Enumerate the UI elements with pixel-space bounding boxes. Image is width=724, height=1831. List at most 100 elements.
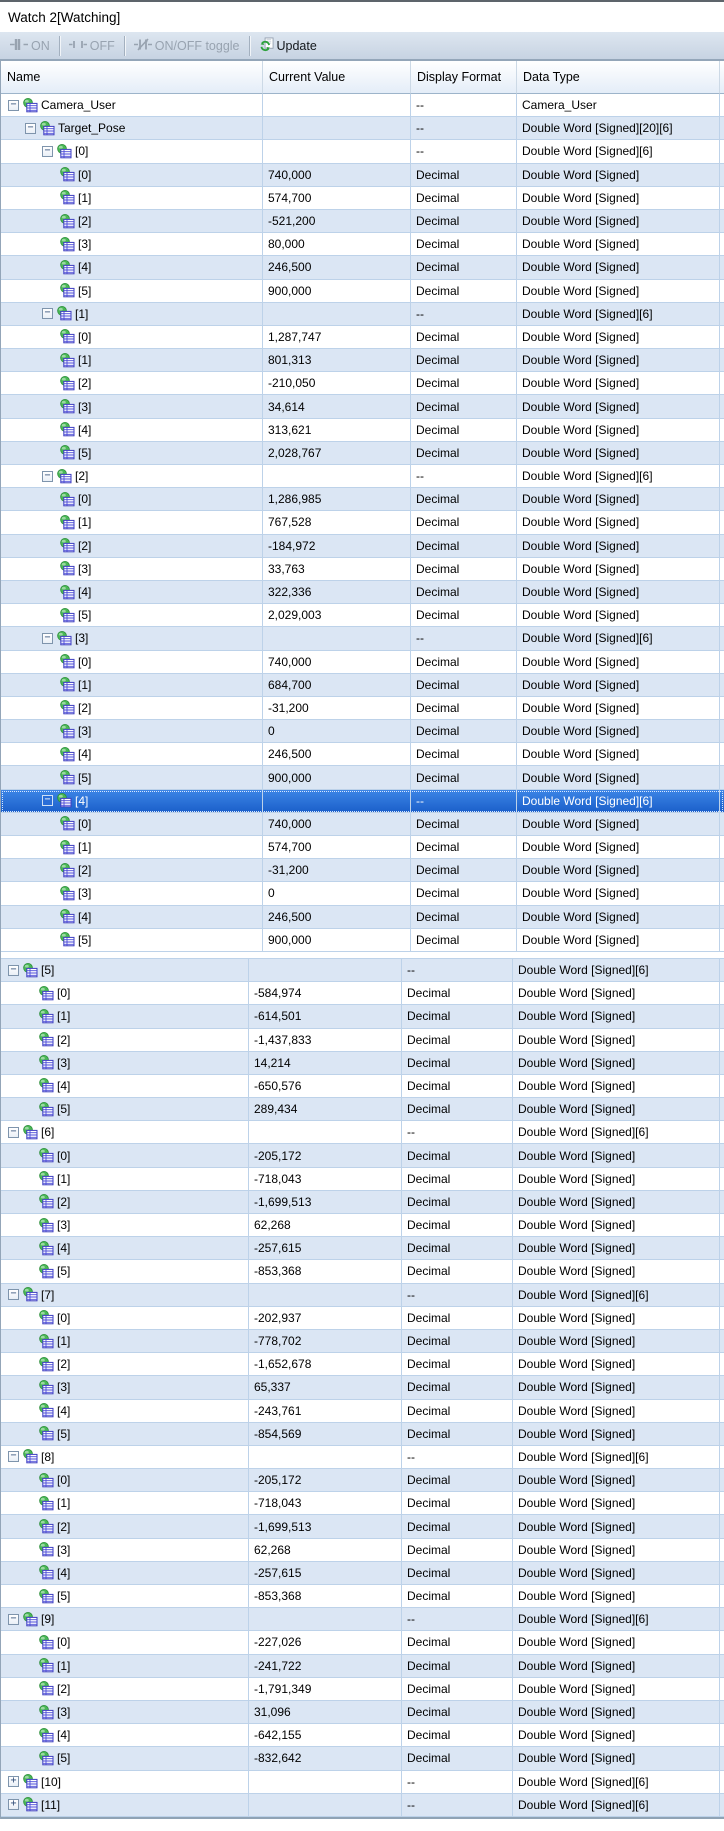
current-value-cell[interactable]: -210,050 xyxy=(263,372,411,396)
watch-row-2-elem-1[interactable]: [1] 767,528 Decimal Double Word [Signed] xyxy=(1,511,724,535)
collapse-minus-icon[interactable]: − xyxy=(42,145,53,157)
watch-row-group-4[interactable]: − [4] -- Double Word [Signed][6] xyxy=(1,789,724,813)
watch-row-5-elem-0[interactable]: [0] -584,974 Decimal Double Word [Signed] xyxy=(1,982,724,1006)
watch-row-5-elem-2[interactable]: [2] -1,437,833 Decimal Double Word [Signed] xyxy=(1,1028,724,1052)
current-value-cell[interactable]: 246,500 xyxy=(263,256,411,280)
current-value-cell[interactable]: -257,615 xyxy=(249,1237,402,1261)
watch-row-target-pose[interactable]: − Target_Pose -- Double Word [Signed][20][6… xyxy=(1,117,724,141)
watch-row-group-11[interactable]: + [11] -- Double Word [Signed][6] xyxy=(1,1793,724,1817)
watch-row-group-7[interactable]: − [7] -- Double Word [Signed][6] xyxy=(1,1283,724,1307)
current-value-cell[interactable]: 684,700 xyxy=(263,673,411,697)
current-value-cell[interactable]: -205,172 xyxy=(249,1469,402,1493)
watch-row-6-elem-0[interactable]: [0] -205,172 Decimal Double Word [Signed] xyxy=(1,1144,724,1168)
watch-row-6-elem-2[interactable]: [2] -1,699,513 Decimal Double Word [Signed] xyxy=(1,1190,724,1214)
watch-row-3-elem-4[interactable]: [4] 246,500 Decimal Double Word [Signed] xyxy=(1,743,724,767)
watch-row-camera-user[interactable]: − Camera_User -- Camera_User xyxy=(1,94,724,118)
current-value-cell[interactable]: -521,200 xyxy=(263,209,411,234)
watch-row-4-elem-3[interactable]: [3] 0 Decimal Double Word [Signed] xyxy=(1,882,724,906)
current-value-cell[interactable]: 322,336 xyxy=(263,580,411,605)
current-value-cell[interactable] xyxy=(263,117,411,141)
current-value-cell[interactable]: -650,576 xyxy=(249,1074,402,1099)
expand-plus-icon[interactable]: + xyxy=(8,1799,19,1811)
current-value-cell[interactable]: 900,000 xyxy=(263,279,411,303)
watch-row-3-elem-0[interactable]: [0] 740,000 Decimal Double Word [Signed] xyxy=(1,650,724,674)
current-value-cell[interactable]: 80,000 xyxy=(263,233,411,257)
expand-plus-icon[interactable]: + xyxy=(8,1776,19,1788)
current-value-cell[interactable]: 574,700 xyxy=(263,836,411,860)
watch-row-group-5[interactable]: − [5] -- Double Word [Signed][6] xyxy=(1,958,724,983)
current-value-cell[interactable]: 14,214 xyxy=(249,1051,402,1075)
current-value-cell[interactable]: -31,200 xyxy=(263,696,411,721)
watch-row-group-1[interactable]: − [1] -- Double Word [Signed][6] xyxy=(1,302,724,326)
current-value-cell[interactable]: 0 xyxy=(263,720,411,744)
column-header-type[interactable]: Data Type xyxy=(517,61,720,94)
watch-row-group-8[interactable]: − [8] -- Double Word [Signed][6] xyxy=(1,1445,724,1470)
column-header-value[interactable]: Current Value xyxy=(263,61,411,94)
collapse-minus-icon[interactable]: − xyxy=(42,470,53,482)
watch-row-1-elem-4[interactable]: [4] 313,621 Decimal Double Word [Signed] xyxy=(1,418,724,442)
current-value-cell[interactable]: -243,761 xyxy=(249,1399,402,1423)
watch-row-3-elem-5[interactable]: [5] 900,000 Decimal Double Word [Signed] xyxy=(1,766,724,790)
current-value-cell[interactable]: 34,614 xyxy=(263,395,411,419)
current-value-cell[interactable]: 801,313 xyxy=(263,349,411,373)
column-header-format[interactable]: Display Format xyxy=(411,61,517,94)
off-button[interactable]: OFF xyxy=(63,34,121,58)
current-value-cell[interactable]: 574,700 xyxy=(263,186,411,210)
current-value-cell[interactable]: 740,000 xyxy=(263,163,411,187)
current-value-cell[interactable]: -227,026 xyxy=(249,1631,402,1655)
watch-row-0-elem-5[interactable]: [5] 900,000 Decimal Double Word [Signed] xyxy=(1,279,724,303)
watch-row-4-elem-2[interactable]: [2] -31,200 Decimal Double Word [Signed] xyxy=(1,859,724,883)
current-value-cell[interactable]: -642,155 xyxy=(249,1724,402,1748)
watch-row-4-elem-4[interactable]: [4] 246,500 Decimal Double Word [Signed] xyxy=(1,905,724,929)
watch-row-5-elem-1[interactable]: [1] -614,501 Decimal Double Word [Signed] xyxy=(1,1005,724,1029)
current-value-cell[interactable]: -853,368 xyxy=(249,1585,402,1609)
collapse-minus-icon[interactable]: − xyxy=(42,308,53,320)
watch-row-5-elem-5[interactable]: [5] 289,434 Decimal Double Word [Signed] xyxy=(1,1098,724,1122)
watch-row-9-elem-0[interactable]: [0] -227,026 Decimal Double Word [Signed] xyxy=(1,1631,724,1655)
watch-row-2-elem-4[interactable]: [4] 322,336 Decimal Double Word [Signed] xyxy=(1,580,724,605)
current-value-cell[interactable] xyxy=(249,1793,402,1817)
watch-row-8-elem-0[interactable]: [0] -205,172 Decimal Double Word [Signed] xyxy=(1,1469,724,1493)
current-value-cell[interactable]: -184,972 xyxy=(263,534,411,558)
watch-row-6-elem-1[interactable]: [1] -718,043 Decimal Double Word [Signed] xyxy=(1,1167,724,1191)
watch-row-8-elem-4[interactable]: [4] -257,615 Decimal Double Word [Signed] xyxy=(1,1561,724,1585)
watch-row-group-6[interactable]: − [6] -- Double Word [Signed][6] xyxy=(1,1121,724,1145)
watch-row-2-elem-3[interactable]: [3] 33,763 Decimal Double Word [Signed] xyxy=(1,557,724,581)
current-value-cell[interactable]: 1,286,985 xyxy=(263,488,411,512)
watch-row-0-elem-0[interactable]: [0] 740,000 Decimal Double Word [Signed] xyxy=(1,163,724,187)
current-value-cell[interactable]: 740,000 xyxy=(263,812,411,836)
collapse-minus-icon[interactable]: − xyxy=(8,1289,19,1301)
current-value-cell[interactable] xyxy=(249,1608,402,1632)
current-value-cell[interactable]: 2,028,767 xyxy=(263,441,411,465)
current-value-cell[interactable] xyxy=(263,627,411,651)
watch-row-9-elem-5[interactable]: [5] -832,642 Decimal Double Word [Signed] xyxy=(1,1747,724,1771)
current-value-cell[interactable]: -853,368 xyxy=(249,1260,402,1284)
current-value-cell[interactable]: -832,642 xyxy=(249,1747,402,1771)
on-off-toggle-button[interactable]: ON/OFF toggle xyxy=(128,34,246,58)
current-value-cell[interactable]: 0 xyxy=(263,882,411,906)
watch-row-7-elem-0[interactable]: [0] -202,937 Decimal Double Word [Signed] xyxy=(1,1306,724,1330)
collapse-minus-icon[interactable]: − xyxy=(25,122,36,134)
current-value-cell[interactable] xyxy=(263,140,411,164)
current-value-cell[interactable]: 62,268 xyxy=(249,1538,402,1562)
watch-row-2-elem-2[interactable]: [2] -184,972 Decimal Double Word [Signed] xyxy=(1,534,724,558)
current-value-cell[interactable]: 62,268 xyxy=(249,1214,402,1238)
watch-row-1-elem-5[interactable]: [5] 2,028,767 Decimal Double Word [Signed] xyxy=(1,441,724,465)
watch-row-7-elem-4[interactable]: [4] -243,761 Decimal Double Word [Signed] xyxy=(1,1399,724,1423)
collapse-minus-icon[interactable]: − xyxy=(42,795,53,807)
current-value-cell[interactable]: -778,702 xyxy=(249,1329,402,1354)
current-value-cell[interactable]: -854,569 xyxy=(249,1422,402,1446)
watch-row-group-9[interactable]: − [9] -- Double Word [Signed][6] xyxy=(1,1608,724,1632)
current-value-cell[interactable] xyxy=(249,1121,402,1145)
collapse-minus-icon[interactable]: − xyxy=(8,1126,19,1138)
current-value-cell[interactable]: 740,000 xyxy=(263,650,411,674)
current-value-cell[interactable]: -202,937 xyxy=(249,1306,402,1330)
current-value-cell[interactable]: -1,699,513 xyxy=(249,1190,402,1214)
current-value-cell[interactable]: -584,974 xyxy=(249,982,402,1006)
watch-row-group-3[interactable]: − [3] -- Double Word [Signed][6] xyxy=(1,627,724,651)
current-value-cell[interactable]: 313,621 xyxy=(263,418,411,442)
watch-row-5-elem-4[interactable]: [4] -650,576 Decimal Double Word [Signed] xyxy=(1,1074,724,1099)
current-value-cell[interactable]: -1,652,678 xyxy=(249,1353,402,1377)
collapse-minus-icon[interactable]: − xyxy=(8,1613,19,1625)
watch-row-3-elem-1[interactable]: [1] 684,700 Decimal Double Word [Signed] xyxy=(1,673,724,697)
